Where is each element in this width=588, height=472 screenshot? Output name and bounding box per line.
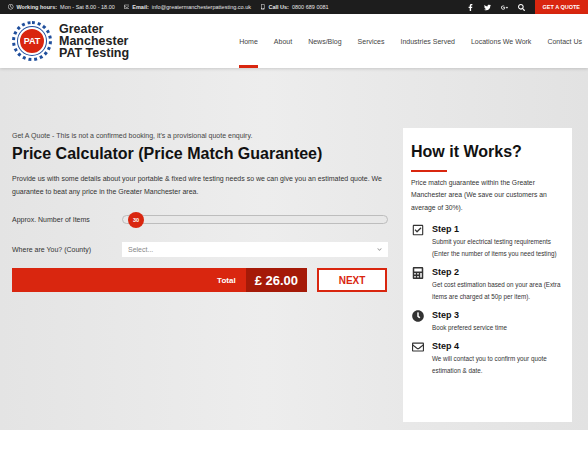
twitter-icon[interactable] [484,4,491,11]
contact-item: Call Us:0800 689 0081 [260,4,329,10]
badge-label: PAT [18,27,46,55]
step-title: Step 4 [432,340,564,353]
logo[interactable]: PAT GreaterManchesterPAT Testing [12,14,129,68]
clock-icon [8,4,14,10]
how-it-works-card: How it Works? Price match guarantee withi… [403,128,572,422]
step: Step 1Submit your electrical testing req… [411,223,564,260]
contact-info: Working hours:Mon - Sat 8.00 - 18.00 Emai… [8,4,329,10]
email-icon [124,4,130,10]
hero: Get A Quote - This is not a confirmed bo… [0,68,588,430]
calculator-title: Price Calculator (Price Match Guarantee) [12,144,388,164]
contact-item: Working hours:Mon - Sat 8.00 - 18.00 [8,4,115,10]
page: Working hours:Mon - Sat 8.00 - 18.00 Emai… [0,0,588,472]
steps: Step 1Submit your electrical testing req… [411,223,564,377]
field-label: Approx. Number of Items [12,216,122,223]
get-quote-button[interactable]: GET A QUOTE [535,0,588,14]
step-title: Step 3 [432,309,507,322]
contact-item: Email:info@greatermanchesterpattesting.c… [124,4,251,10]
checkbox-icon [411,223,425,236]
facebook-icon[interactable] [467,4,474,11]
step: Step 3Book prefered service time [411,309,564,334]
nav-item[interactable]: Industries Served [400,14,454,68]
step-title: Step 1 [432,223,564,236]
step-title: Step 2 [432,266,564,279]
calculator-icon [411,266,425,279]
nav-item[interactable]: Contact Us [547,14,582,68]
card-intro: Price match guarantee within the Greater… [411,177,564,215]
nav-item[interactable]: Services [358,14,385,68]
search-icon[interactable] [518,4,525,11]
nav-item[interactable]: News/Blog [308,14,341,68]
clock-icon [411,309,425,322]
phone-icon [260,4,266,10]
chevron-down-icon [377,247,382,252]
price-calculator: Get A Quote - This is not a confirmed bo… [12,128,388,430]
county-select[interactable]: Select... [122,242,388,257]
total-row: Total£ 26.00 NEXT [12,268,388,292]
logo-badge: PAT [12,21,52,61]
total-label: Total [217,268,246,292]
eyebrow: Get A Quote - This is not a confirmed bo… [12,132,388,139]
slider-handle[interactable]: 30 [128,212,144,228]
envelope-icon [411,340,425,353]
header: PAT GreaterManchesterPAT Testing Home About… [0,14,588,68]
field-row: Where are You? (County)Select... [12,240,388,258]
step: Step 2Get cost estimation based on your … [411,266,564,303]
nav-item[interactable]: Locations We Work [471,14,531,68]
nav-item[interactable]: About [274,14,292,68]
google-plus-icon[interactable] [501,4,508,11]
total-value: £ 26.00 [246,268,307,292]
next-button[interactable]: NEXT [317,268,387,292]
step-text: Submit your electrical testing requireme… [432,236,564,260]
field-row: Approx. Number of Items30 [12,210,388,228]
top-actions: GET A QUOTE [467,0,588,14]
main-nav: Home About News/Blog Services Industries Ser… [239,14,582,68]
total-bar: Total£ 26.00 [12,268,307,292]
items-slider[interactable]: 30 [122,215,388,224]
step-text: We will contact you to confirm your quot… [432,353,564,377]
calculator-intro: Provide us with some details about your … [12,173,388,198]
top-bar: Working hours:Mon - Sat 8.00 - 18.00 Emai… [0,0,588,14]
card-title: How it Works? [411,142,564,162]
step-text: Get cost estimation based on your area (… [432,279,564,303]
page-bottom [0,430,588,472]
field-label: Where are You? (County) [12,246,122,253]
title-underline [411,170,447,172]
step-text: Book prefered service time [432,322,507,334]
nav-item[interactable]: Home [239,14,258,68]
step: Step 4We will contact you to confirm you… [411,340,564,377]
logo-text: GreaterManchesterPAT Testing [59,23,129,59]
